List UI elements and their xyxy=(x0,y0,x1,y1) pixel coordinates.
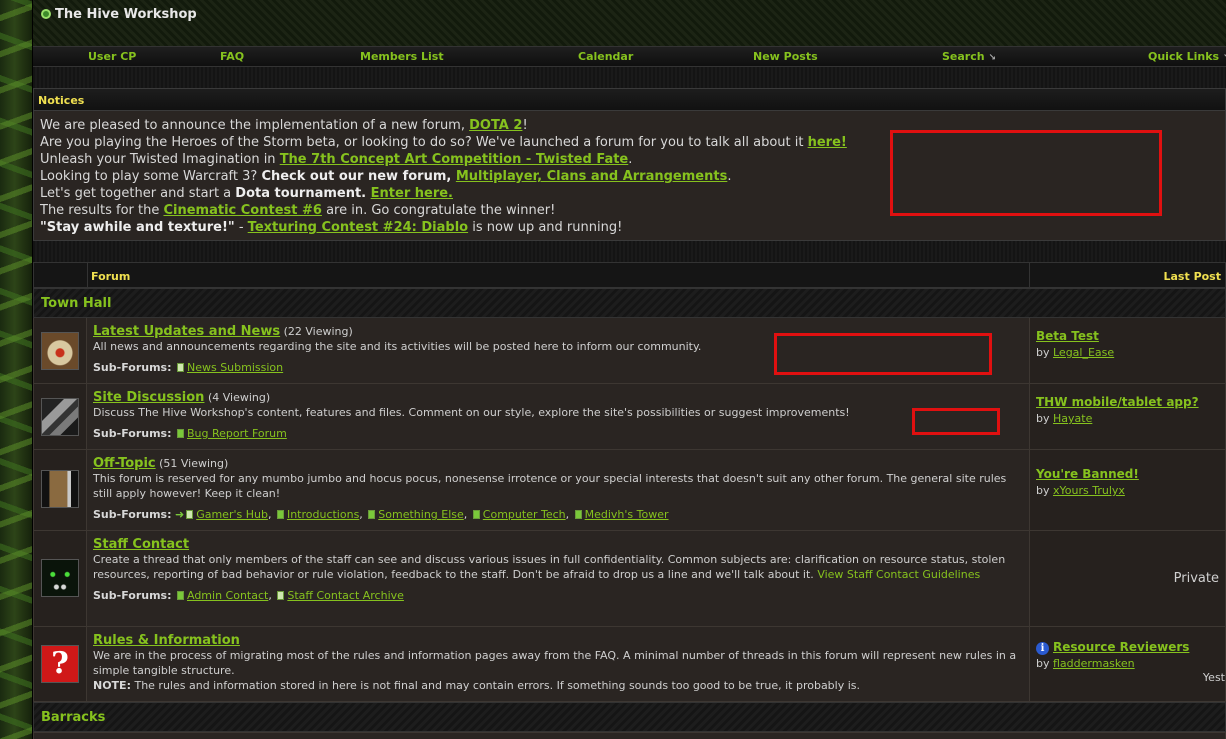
forum-title[interactable]: Rules & Information xyxy=(93,633,240,648)
document-icon xyxy=(472,510,480,519)
notice-link-heroes[interactable]: here! xyxy=(808,135,847,150)
subforum-link[interactable]: Computer Tech xyxy=(483,508,566,521)
last-post-date: Yest xyxy=(1202,671,1225,684)
decorative-vine-border xyxy=(0,0,33,739)
last-post-user[interactable]: Legal_Ease xyxy=(1053,346,1114,359)
redaction-box xyxy=(890,130,1162,216)
document-icon xyxy=(186,510,194,519)
arrow-icon: ➜ xyxy=(174,508,185,521)
document-icon xyxy=(176,591,184,600)
notice-link-texturing[interactable]: Texturing Contest #24: Diablo xyxy=(248,220,468,235)
column-last-post: Last Post xyxy=(1163,270,1222,283)
document-icon xyxy=(368,510,376,519)
subforums: Sub-Forums: ➜ Gamer's Hub, Introductions,… xyxy=(93,508,669,521)
notice-link-concept-art[interactable]: The 7th Concept Art Competition - Twiste… xyxy=(280,152,629,167)
notices-heading: Notices xyxy=(34,89,1225,111)
document-icon xyxy=(574,510,582,519)
last-post-user[interactable]: xYours Trulyx xyxy=(1053,484,1125,497)
subforum-link[interactable]: Medivh's Tower xyxy=(585,508,669,521)
subforum-link[interactable]: Bug Report Forum xyxy=(187,427,287,440)
staff-guidelines-link[interactable]: View Staff Contact Guidelines xyxy=(817,568,980,581)
nav-members-list[interactable]: Members List xyxy=(360,50,444,63)
last-post-cell: THW mobile/tablet app? by Hayate xyxy=(1029,384,1225,449)
forum-title[interactable]: Latest Updates and News xyxy=(93,324,280,339)
nav-quick-links[interactable]: Quick Links ↘ xyxy=(1148,50,1226,63)
chevron-down-icon: ↘ xyxy=(988,53,996,63)
subforum-link[interactable]: Admin Contact xyxy=(187,589,268,602)
category-town-hall[interactable]: Town Hall xyxy=(33,288,1226,318)
last-post-title[interactable]: Beta Test xyxy=(1036,329,1099,343)
redaction-box xyxy=(912,408,1000,435)
document-icon xyxy=(176,429,184,438)
column-forum: Forum xyxy=(91,270,131,283)
forum-row: Off-Topic (51 Viewing) This forum is res… xyxy=(33,450,1226,531)
subforum-link[interactable]: Something Else xyxy=(378,508,464,521)
forum-description: Discuss The Hive Workshop's content, fea… xyxy=(93,406,850,419)
site-header: The Hive Workshop xyxy=(33,0,1226,46)
forum-row: Staff Contact Create a thread that only … xyxy=(33,531,1226,627)
notice-line: "Stay awhile and texture!" - Texturing C… xyxy=(40,220,623,235)
last-post-title[interactable]: Resource Reviewers xyxy=(1053,640,1189,654)
private-label: Private xyxy=(1173,571,1219,586)
last-post-cell: i Resource Reviewers by fladdermasken Yest xyxy=(1029,627,1225,701)
last-post-title[interactable]: You're Banned! xyxy=(1036,467,1139,481)
last-post-title[interactable]: THW mobile/tablet app? xyxy=(1036,395,1199,409)
document-icon xyxy=(176,363,184,372)
forum-row: Site Discussion (4 Viewing) Discuss The … xyxy=(33,384,1226,450)
subforums: Sub-Forums: Admin Contact, Staff Contact… xyxy=(93,589,404,602)
last-post-user[interactable]: Hayate xyxy=(1053,412,1092,425)
forum-description: We are in the process of migrating most … xyxy=(93,649,1017,677)
subforum-link[interactable]: Staff Contact Archive xyxy=(287,589,404,602)
forum-title[interactable]: Site Discussion xyxy=(93,390,204,405)
notice-link-tournament[interactable]: Enter here. xyxy=(371,186,453,201)
last-post-cell: Private xyxy=(1029,531,1225,626)
hammer-icon xyxy=(41,398,79,436)
nav-new-posts[interactable]: New Posts xyxy=(753,50,818,63)
subforums: Sub-Forums: Bug Report Forum xyxy=(93,427,287,440)
subforum-link[interactable]: News Submission xyxy=(187,361,283,374)
question-mark-icon: ? xyxy=(41,645,79,683)
document-icon xyxy=(277,591,285,600)
forum-note: NOTE: The rules and information stored i… xyxy=(93,679,861,692)
category-barracks[interactable]: Barracks xyxy=(33,702,1226,732)
scroll-icon xyxy=(41,332,79,370)
navbar: User CP FAQ Members List Calendar New Po… xyxy=(33,46,1226,67)
nav-faq[interactable]: FAQ xyxy=(220,50,244,63)
tankard-icon xyxy=(41,470,79,508)
redaction-box xyxy=(774,333,992,375)
eyes-icon xyxy=(41,559,79,597)
notice-link-multiplayer[interactable]: Multiplayer, Clans and Arrangements xyxy=(456,169,727,184)
forum-table-header: Forum Last Post xyxy=(33,262,1226,288)
forum-row: Latest Updates and News (22 Viewing) All… xyxy=(33,318,1226,384)
forum-title[interactable]: Off-Topic xyxy=(93,456,156,471)
nav-search[interactable]: Search ↘ xyxy=(942,50,996,63)
last-post-user[interactable]: fladdermasken xyxy=(1053,657,1135,670)
forum-row: ? Rules & Information We are in the proc… xyxy=(33,627,1226,702)
subforum-link[interactable]: Introductions xyxy=(287,508,359,521)
nav-user-cp[interactable]: User CP xyxy=(88,50,136,63)
forum-title[interactable]: Staff Contact xyxy=(93,537,189,552)
forum-description: Create a thread that only members of the… xyxy=(93,553,1006,581)
forum-description: This forum is reserved for any mumbo jum… xyxy=(93,472,1007,500)
notice-link-dota2[interactable]: DOTA 2 xyxy=(469,118,522,133)
info-icon: i xyxy=(1036,642,1049,655)
site-logo[interactable]: The Hive Workshop xyxy=(41,7,197,22)
document-icon xyxy=(276,510,284,519)
nav-calendar[interactable]: Calendar xyxy=(578,50,633,63)
subforum-link[interactable]: Gamer's Hub xyxy=(196,508,268,521)
logo-orb-icon xyxy=(41,9,51,19)
last-post-cell: You're Banned! by xYours Trulyx xyxy=(1029,450,1225,530)
last-post-cell: Beta Test by Legal_Ease xyxy=(1029,318,1225,383)
notice-link-cinematic[interactable]: Cinematic Contest #6 xyxy=(163,203,321,218)
